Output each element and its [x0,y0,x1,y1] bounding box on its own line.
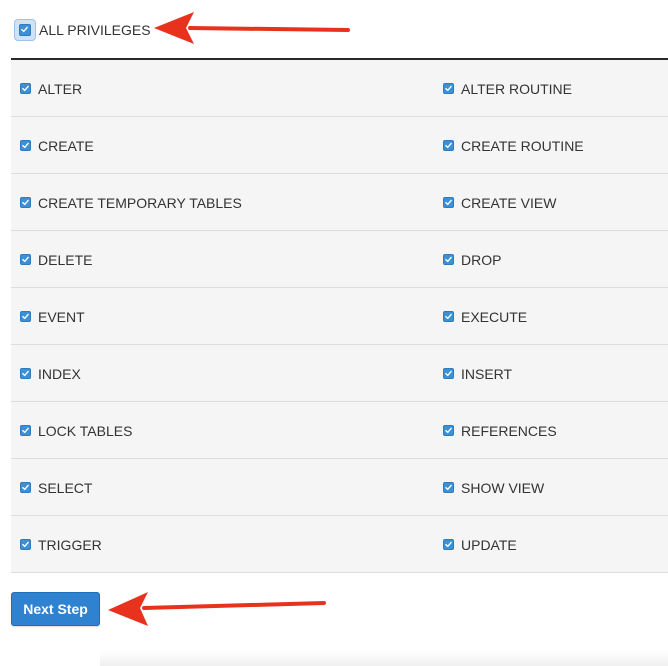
page-bottom-edge [100,650,668,666]
checkmark-icon[interactable] [20,482,31,493]
privilege-label: CREATE TEMPORARY TABLES [38,195,242,211]
privilege-label: REFERENCES [461,423,557,439]
privilege-label: EXECUTE [461,309,528,325]
privilege-label: CREATE VIEW [461,195,557,211]
privileges-grid: ALTER ALTER ROUTINE CREATE CREATE ROUTIN… [11,60,668,573]
privilege-row: EVENT EXECUTE [11,288,668,345]
checkmark-icon[interactable] [20,197,31,208]
privilege-row: ALTER ALTER ROUTINE [11,60,668,117]
privilege-label: INDEX [38,366,81,382]
privilege-row: DELETE DROP [11,231,668,288]
checkmark-icon[interactable] [20,425,31,436]
privilege-label: CREATE [38,138,94,154]
privilege-row: CREATE TEMPORARY TABLES CREATE VIEW [11,174,668,231]
checkmark-icon[interactable] [443,425,454,436]
privilege-label: CREATE ROUTINE [461,138,584,154]
checkmark-icon [19,24,31,36]
checkmark-icon[interactable] [20,140,31,151]
privilege-label: DELETE [38,252,93,268]
checkmark-icon[interactable] [20,368,31,379]
checkmark-icon[interactable] [443,197,454,208]
red-arrow-icon [108,592,326,626]
checkmark-icon[interactable] [443,311,454,322]
privilege-row: INDEX INSERT [11,345,668,402]
checkmark-icon[interactable] [443,140,454,151]
privilege-label: UPDATE [461,537,517,553]
privilege-label: ALTER ROUTINE [461,81,572,97]
privilege-row: TRIGGER UPDATE [11,516,668,573]
privilege-row: SELECT SHOW VIEW [11,459,668,516]
privilege-label: SHOW VIEW [461,480,545,496]
checkmark-icon[interactable] [443,254,454,265]
privilege-label: ALTER [38,81,83,97]
checkmark-icon[interactable] [20,254,31,265]
all-privileges-label: ALL PRIVILEGES [39,22,151,38]
privilege-label: SELECT [38,480,93,496]
privilege-label: DROP [461,252,502,268]
checkmark-icon[interactable] [20,539,31,550]
privilege-row: CREATE CREATE ROUTINE [11,117,668,174]
privilege-label: TRIGGER [38,537,102,553]
checkmark-icon[interactable] [20,83,31,94]
privilege-label: EVENT [38,309,85,325]
checkmark-icon[interactable] [20,311,31,322]
privilege-label: LOCK TABLES [38,423,133,439]
checkmark-icon[interactable] [443,368,454,379]
checkmark-icon[interactable] [443,539,454,550]
checkmark-icon[interactable] [443,482,454,493]
all-privileges-checkbox[interactable] [14,19,36,41]
red-arrow-icon [154,12,350,44]
privilege-label: INSERT [461,366,513,382]
privilege-row: LOCK TABLES REFERENCES [11,402,668,459]
next-step-button[interactable]: Next Step [11,592,100,626]
checkmark-icon[interactable] [443,83,454,94]
